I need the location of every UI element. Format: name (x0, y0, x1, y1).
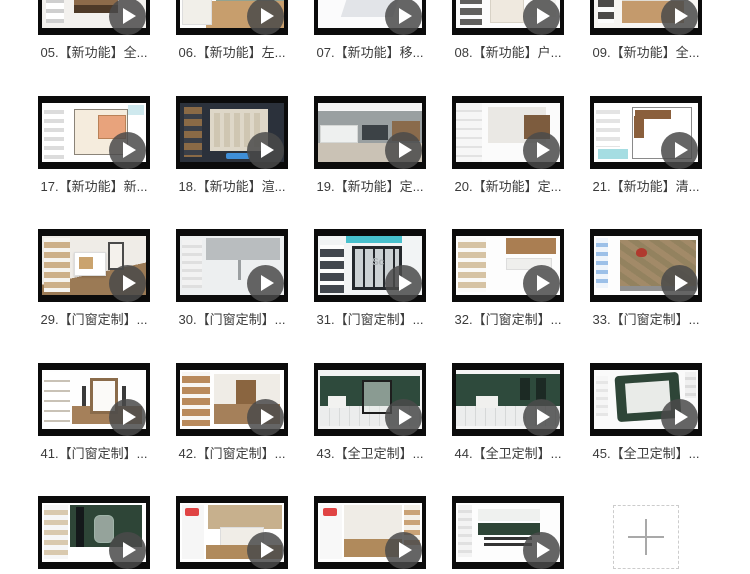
video-card[interactable] (176, 496, 288, 574)
video-title: 31.【门窗定制】... (316, 312, 424, 327)
play-icon (385, 398, 422, 436)
video-title: 06.【新功能】左... (178, 45, 286, 60)
video-card[interactable]: 41.【门窗定制】... (38, 362, 150, 497)
video-card[interactable]: 33.【门窗定制】... (590, 229, 702, 363)
play-icon (109, 131, 146, 169)
play-icon (523, 532, 560, 569)
play-icon (109, 265, 146, 302)
play-icon (661, 0, 698, 35)
add-video-button[interactable] (613, 505, 679, 569)
video-card[interactable]: 05.【新功能】全... (38, 0, 150, 96)
play-icon (385, 532, 422, 569)
video-card[interactable]: 42.【门窗定制】... (176, 362, 288, 497)
video-card[interactable]: 18.【新功能】渲... (176, 95, 288, 230)
video-card[interactable]: 32.【门窗定制】... (452, 229, 564, 363)
video-title: 19.【新功能】定... (316, 178, 424, 194)
video-title: 29.【门窗定制】... (40, 312, 148, 327)
video-card[interactable]: 21.【新功能】清... (590, 95, 702, 230)
video-thumbnail[interactable] (176, 362, 288, 436)
video-thumbnail[interactable] (38, 362, 150, 436)
video-thumbnail[interactable] (314, 0, 426, 35)
video-card[interactable]: 29.【门窗定制】... (38, 229, 150, 363)
video-title: 44.【全卫定制】... (454, 445, 562, 461)
play-icon (523, 398, 560, 436)
video-title: 05.【新功能】全... (40, 45, 148, 60)
video-title: 21.【新功能】清... (592, 178, 700, 194)
video-thumbnail[interactable] (314, 362, 426, 436)
video-card[interactable] (452, 496, 564, 574)
video-title: 18.【新功能】渲... (178, 178, 286, 194)
video-title: 43.【全卫定制】... (316, 445, 424, 461)
video-card[interactable]: 45.【全卫定制】... (590, 362, 702, 497)
video-thumbnail[interactable] (314, 496, 426, 569)
video-title: 42.【门窗定制】... (178, 445, 286, 461)
video-title: 07.【新功能】移... (316, 45, 424, 60)
video-thumbnail[interactable] (452, 0, 564, 35)
video-title: 33.【门窗定制】... (592, 312, 700, 327)
video-title: 30.【门窗定制】... (178, 312, 286, 327)
video-card[interactable]: 44.【全卫定制】... (452, 362, 564, 497)
video-thumbnail[interactable] (38, 0, 150, 35)
play-icon (385, 131, 422, 169)
video-thumbnail[interactable] (38, 496, 150, 569)
video-thumbnail[interactable] (590, 95, 702, 169)
video-thumbnail[interactable] (176, 229, 288, 302)
play-icon (385, 0, 422, 35)
add-video-cell (590, 496, 702, 574)
video-thumbnail[interactable] (590, 362, 702, 436)
watermark-text: Sc (372, 257, 385, 268)
play-icon (661, 398, 698, 436)
play-icon (247, 0, 284, 35)
video-card[interactable]: 06.【新功能】左... (176, 0, 288, 96)
video-thumbnail[interactable] (452, 95, 564, 169)
video-title: 41.【门窗定制】... (40, 445, 148, 461)
video-card[interactable] (314, 496, 426, 574)
video-card[interactable]: 19.【新功能】定... (314, 95, 426, 230)
play-icon (109, 532, 146, 569)
play-icon (661, 131, 698, 169)
video-thumbnail[interactable] (452, 496, 564, 569)
play-icon (523, 0, 560, 35)
play-icon (109, 0, 146, 35)
play-icon (385, 265, 422, 302)
play-icon (247, 131, 284, 169)
video-card[interactable]: 08.【新功能】户... (452, 0, 564, 96)
video-title: 32.【门窗定制】... (454, 312, 562, 327)
video-title: 08.【新功能】户... (454, 45, 562, 60)
video-card[interactable]: 17.【新功能】新... (38, 95, 150, 230)
video-thumbnail[interactable] (590, 0, 702, 35)
video-grid: 05.【新功能】全... 06.【新功能】左... 07.【新功能】移... 0… (38, 0, 702, 574)
play-icon (523, 265, 560, 302)
video-thumbnail[interactable] (314, 95, 426, 169)
video-card[interactable]: 09.【新功能】全... (590, 0, 702, 96)
video-thumbnail[interactable] (38, 229, 150, 302)
play-icon (247, 532, 284, 569)
play-icon (247, 265, 284, 302)
video-thumbnail[interactable] (176, 0, 288, 35)
video-title: 09.【新功能】全... (592, 45, 700, 60)
video-title: 20.【新功能】定... (454, 178, 562, 194)
play-icon (661, 265, 698, 302)
video-title: 45.【全卫定制】... (592, 445, 700, 461)
video-thumbnail[interactable]: Sc (314, 229, 426, 302)
play-icon (247, 398, 284, 436)
video-card[interactable]: 20.【新功能】定... (452, 95, 564, 230)
video-thumbnail[interactable] (176, 496, 288, 569)
video-card[interactable]: Sc 31.【门窗定制】... (314, 229, 426, 363)
plus-icon (645, 519, 647, 555)
video-title: 17.【新功能】新... (40, 178, 148, 194)
video-card[interactable]: 43.【全卫定制】... (314, 362, 426, 497)
video-card[interactable]: 07.【新功能】移... (314, 0, 426, 96)
video-thumbnail[interactable] (590, 229, 702, 302)
video-card[interactable] (38, 496, 150, 574)
video-thumbnail[interactable] (452, 229, 564, 302)
video-thumbnail[interactable] (38, 95, 150, 169)
play-icon (523, 131, 560, 169)
video-thumbnail[interactable] (176, 95, 288, 169)
play-icon (109, 398, 146, 436)
video-thumbnail[interactable] (452, 362, 564, 436)
video-card[interactable]: 30.【门窗定制】... (176, 229, 288, 363)
